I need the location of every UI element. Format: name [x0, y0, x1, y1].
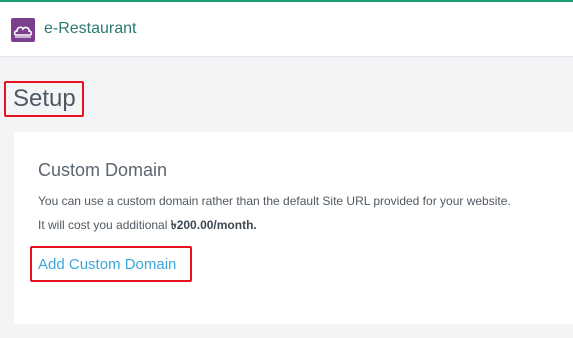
custom-domain-cost: It will cost you additional ৳200.00/mont…	[38, 217, 257, 233]
custom-domain-title: Custom Domain	[38, 160, 168, 180]
highlight-box-title	[4, 81, 84, 117]
cloud-logo-icon[interactable]	[11, 18, 35, 42]
highlight-box-add-link	[30, 246, 192, 282]
cost-prefix: It will cost you additional	[38, 218, 171, 232]
app-title[interactable]: e-Restaurant	[44, 19, 137, 39]
top-bar: e-Restaurant	[0, 0, 573, 57]
cost-amount: ৳200.00/month.	[170, 218, 257, 232]
custom-domain-description: You can use a custom domain rather than …	[38, 194, 511, 208]
